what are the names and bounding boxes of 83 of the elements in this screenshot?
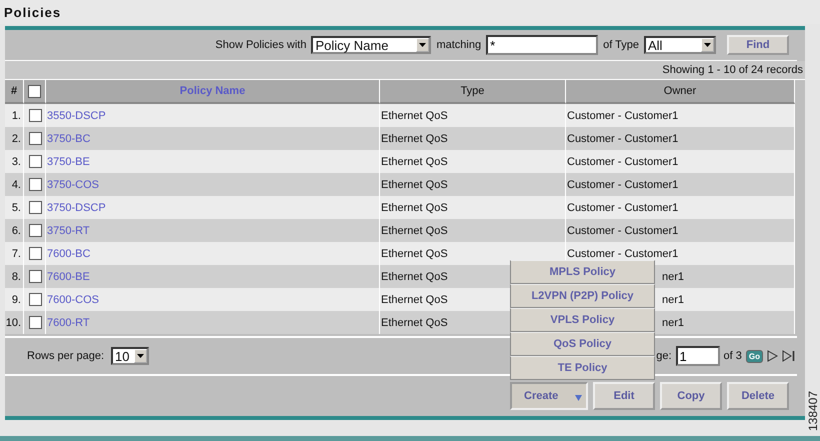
row-number: 5. <box>12 202 21 214</box>
matching-field[interactable]: * <box>486 35 598 55</box>
page-field[interactable]: 1 <box>676 346 720 366</box>
caret-icon <box>575 395 582 401</box>
column-header[interactable]: Policy Name <box>180 85 246 97</box>
row-checkbox[interactable] <box>28 224 42 237</box>
rows-per-page-select[interactable]: 10 <box>111 347 150 365</box>
find-button[interactable]: Find <box>727 35 789 55</box>
policy-link[interactable]: 3750-RT <box>47 224 90 236</box>
policy-link[interactable]: 7600-COS <box>47 294 99 306</box>
table-cell: ner1 <box>662 294 684 306</box>
policy-link[interactable]: 3750-BE <box>47 156 90 168</box>
last-page-icon[interactable] <box>782 350 795 362</box>
row-checkbox[interactable] <box>28 270 42 283</box>
menu-item[interactable]: TE Policy <box>510 356 655 380</box>
row-checkbox[interactable] <box>28 201 42 214</box>
policy-link[interactable]: 3750-DSCP <box>47 202 106 214</box>
table-cell: Customer - Customer1 <box>567 132 678 144</box>
column-header: Type <box>460 85 484 97</box>
row-checkbox[interactable] <box>28 155 42 168</box>
rows-per-page-label: Rows per page: <box>27 350 104 362</box>
table-cell: Customer - Customer1 <box>567 156 678 168</box>
table-cell: ner1 <box>662 270 684 282</box>
menu-item[interactable]: VPLS Policy <box>510 308 655 332</box>
go-button[interactable]: Go <box>746 350 763 362</box>
action-button[interactable]: Delete <box>727 382 789 410</box>
row-number: 1. <box>12 110 21 122</box>
row-number: 7. <box>12 248 21 260</box>
table-cell: Ethernet QoS <box>381 110 448 122</box>
row-number: 9. <box>12 294 21 306</box>
matching-label: matching <box>436 39 482 51</box>
action-button[interactable]: Copy <box>660 382 722 410</box>
row-number: 10. <box>6 316 21 328</box>
table-cell: Ethernet QoS <box>381 248 448 260</box>
table-cell: Customer - Customer1 <box>567 224 678 236</box>
page-count: of 3 <box>724 350 742 362</box>
row-number: 3. <box>12 156 21 168</box>
row-number: 2. <box>12 132 21 144</box>
select-all-checkbox[interactable] <box>28 84 41 98</box>
menu-item[interactable]: L2VPN (P2P) Policy <box>510 284 655 308</box>
filter-label: Show Policies with <box>215 39 306 51</box>
table-cell: Customer - Customer1 <box>567 248 678 260</box>
menu-item[interactable]: QoS Policy <box>510 332 655 356</box>
table-cell: Ethernet QoS <box>381 224 448 236</box>
policy-link[interactable]: 3550-DSCP <box>47 110 106 122</box>
table-cell: Ethernet QoS <box>381 316 448 328</box>
type-select[interactable]: All <box>644 36 716 54</box>
policy-link[interactable]: 7600-BC <box>47 248 90 260</box>
policy-link[interactable]: 7600-BE <box>47 270 90 282</box>
row-checkbox[interactable] <box>28 247 42 260</box>
table-cell: Ethernet QoS <box>381 202 448 214</box>
page-title: Policies <box>4 4 62 20</box>
table-cell: Ethernet QoS <box>381 178 448 190</box>
page-label: ge: <box>656 350 672 362</box>
type-label: of Type <box>603 39 639 51</box>
next-page-icon[interactable] <box>767 350 778 362</box>
row-number: 4. <box>12 178 21 190</box>
policy-link[interactable]: 3750-BC <box>47 132 90 144</box>
menu-item[interactable]: MPLS Policy <box>510 260 655 284</box>
row-checkbox[interactable] <box>28 293 42 306</box>
action-button[interactable]: Edit <box>593 382 655 410</box>
create-button[interactable]: Create <box>510 382 588 410</box>
record-count: Showing 1 - 10 of 24 records <box>662 64 803 76</box>
row-checkbox[interactable] <box>28 132 42 145</box>
table-cell: Ethernet QoS <box>381 294 448 306</box>
field-select[interactable]: Policy Name <box>311 36 432 54</box>
table-cell: Ethernet QoS <box>381 270 448 282</box>
figure-number: 138407 <box>807 390 819 432</box>
table-cell: Customer - Customer1 <box>567 178 678 190</box>
row-checkbox[interactable] <box>28 316 42 329</box>
policy-link[interactable]: 3750-COS <box>47 178 99 190</box>
policy-link[interactable]: 7600-RT <box>47 316 90 328</box>
table-cell: ner1 <box>662 316 684 328</box>
column-header: # <box>10 85 18 97</box>
row-checkbox[interactable] <box>28 178 42 191</box>
table-cell: Ethernet QoS <box>381 156 448 168</box>
table-cell: Customer - Customer1 <box>567 110 678 122</box>
table-cell: Ethernet QoS <box>381 132 448 144</box>
row-number: 6. <box>12 224 21 236</box>
column-header: Owner <box>664 85 696 97</box>
table-cell: Customer - Customer1 <box>567 202 678 214</box>
row-checkbox[interactable] <box>28 109 42 122</box>
row-number: 8. <box>12 270 21 282</box>
